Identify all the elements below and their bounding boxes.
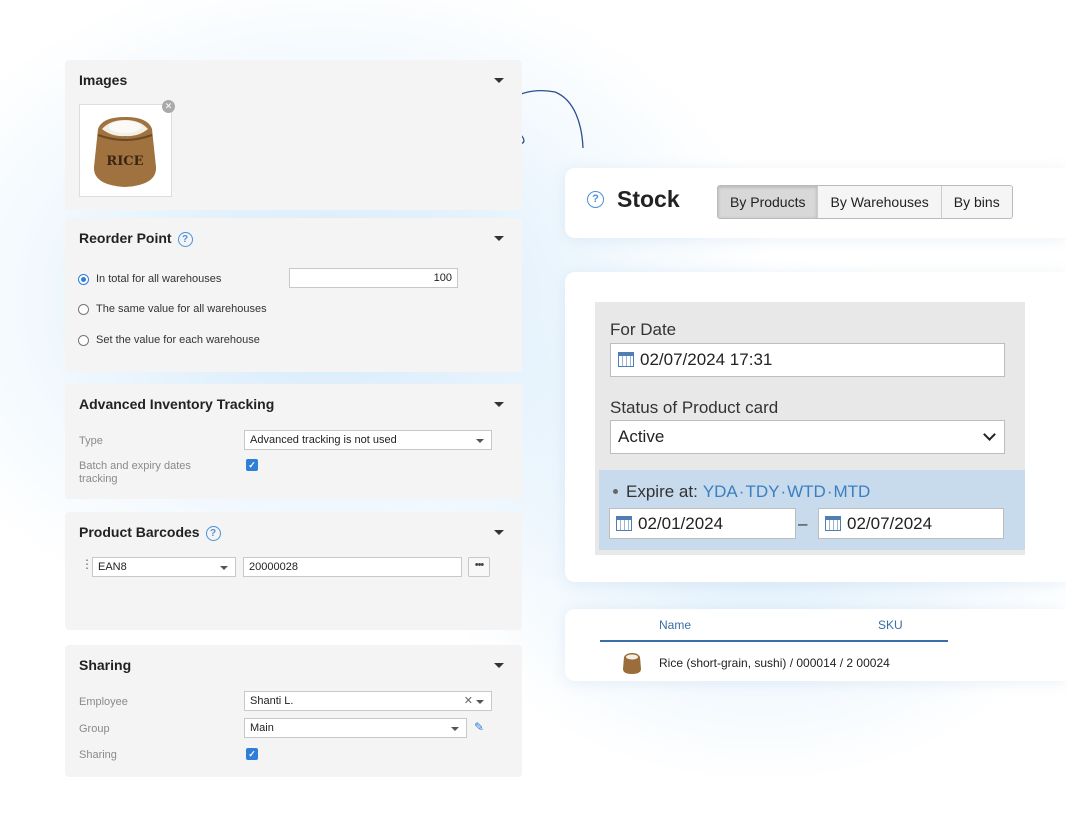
employee-label: Employee — [79, 696, 128, 708]
collapse-caret-icon[interactable] — [494, 236, 504, 241]
stock-filters-card: For Date 02/07/2024 17:31 Status of Prod… — [565, 272, 1066, 582]
tab-by-bins[interactable]: By bins — [941, 186, 1012, 218]
radio-button[interactable] — [78, 273, 89, 285]
calendar-icon[interactable] — [825, 516, 841, 531]
radio-label: Set the value for each warehouse — [96, 334, 260, 346]
barcode-type-select[interactable]: EAN8 — [92, 557, 236, 577]
help-icon[interactable]: ? — [205, 526, 221, 541]
dropdown-caret-icon — [476, 439, 484, 443]
header-underline — [600, 640, 948, 642]
expire-from-input[interactable]: 02/01/2024 — [609, 508, 796, 539]
dropdown-caret-icon — [476, 700, 484, 704]
tracking-type-select[interactable]: Advanced tracking is not used — [244, 430, 492, 450]
advanced-tracking-title: Advanced Inventory Tracking — [79, 396, 275, 412]
radio-value-each-warehouse[interactable]: Set the value for each warehouse — [78, 334, 260, 346]
collapse-caret-icon[interactable] — [494, 78, 504, 83]
stock-view-tabs: By Products By Warehouses By bins — [717, 185, 1013, 219]
for-date-input[interactable]: 02/07/2024 17:31 — [610, 343, 1005, 377]
images-title: Images — [79, 72, 128, 88]
edit-pencil-icon[interactable]: ✎ — [474, 720, 484, 734]
product-image[interactable]: RICE — [79, 104, 172, 197]
batch-expiry-checkbox[interactable]: ✓ — [246, 459, 258, 471]
for-date-label: For Date — [610, 320, 677, 339]
collapse-caret-icon[interactable] — [494, 663, 504, 668]
expire-to-input[interactable]: 02/07/2024 — [818, 508, 1004, 539]
svg-text:RICE: RICE — [106, 154, 143, 169]
advanced-tracking-section: Advanced Inventory Tracking Type Advance… — [65, 384, 522, 499]
radio-button[interactable] — [78, 334, 89, 346]
quick-range-wtd[interactable]: WTD — [787, 482, 826, 501]
barcode-type-value: EAN8 — [98, 561, 127, 573]
quick-range-yda[interactable]: YDA — [703, 482, 738, 501]
rice-sack-image: RICE — [93, 117, 157, 187]
radio-button[interactable] — [78, 303, 89, 315]
expire-to-value: 02/07/2024 — [847, 514, 933, 533]
product-barcodes-section: Product Barcodes? ⋮ EAN8 20000028 ••• — [65, 512, 522, 630]
sharing-section: Sharing Employee Shanti L. ✕ Group Main … — [65, 645, 522, 777]
stock-table-card: Name SKU Rice (short-grain, sushi) / 000… — [565, 609, 1066, 681]
status-label: Status of Product card — [610, 398, 779, 417]
chevron-down-icon — [983, 428, 996, 441]
status-select[interactable]: Active — [610, 420, 1005, 454]
radio-total-all-warehouses[interactable]: In total for all warehouses — [78, 273, 221, 285]
stock-help-icon[interactable]: ? — [587, 191, 604, 208]
remove-image-icon[interactable]: ✕ — [162, 100, 175, 113]
collapse-caret-icon[interactable] — [494, 402, 504, 407]
barcodes-title: Product Barcodes — [79, 524, 200, 540]
for-date-value: 02/07/2024 17:31 — [640, 350, 773, 369]
clear-icon[interactable]: ✕ — [464, 692, 473, 710]
batch-expiry-label: Batch and expiry dates tracking — [79, 460, 191, 485]
collapse-caret-icon[interactable] — [494, 530, 504, 535]
employee-value: Shanti L. — [250, 695, 294, 707]
reorder-point-title: Reorder Point — [79, 230, 172, 246]
group-value: Main — [250, 722, 274, 734]
tab-by-products[interactable]: By Products — [718, 186, 819, 218]
filters-panel: For Date 02/07/2024 17:31 Status of Prod… — [595, 302, 1025, 555]
expire-label: Expire at: — [626, 482, 698, 501]
radio-same-value-all-warehouses[interactable]: The same value for all warehouses — [78, 303, 267, 315]
stock-title: Stock — [617, 186, 680, 212]
barcodes-header: Product Barcodes? — [79, 524, 221, 541]
stock-header-card: ? Stock By Products By Warehouses By bin… — [565, 168, 1066, 238]
expire-from-value: 02/01/2024 — [638, 514, 724, 533]
column-header-sku[interactable]: SKU — [878, 618, 903, 632]
group-label: Group — [79, 723, 110, 735]
sharing-checkbox[interactable]: ✓ — [246, 748, 258, 760]
radio-label: The same value for all warehouses — [96, 303, 267, 315]
rice-thumbnail-image — [623, 653, 641, 674]
reorder-point-section: Reorder Point? In total for all warehous… — [65, 218, 522, 372]
dropdown-caret-icon — [220, 566, 228, 570]
barcode-value-input[interactable]: 20000028 — [243, 557, 462, 577]
column-header-name[interactable]: Name — [659, 618, 691, 632]
tab-by-warehouses[interactable]: By Warehouses — [818, 186, 942, 218]
expire-panel: Expire at: YDA·TDY·WTD·MTD 02/01/2024 – 0… — [599, 470, 1025, 550]
table-row-name[interactable]: Rice (short-grain, sushi) / 000014 / 2 0… — [659, 656, 890, 670]
reorder-point-header: Reorder Point? — [79, 230, 193, 247]
sharing-title: Sharing — [79, 657, 132, 673]
reorder-total-input[interactable]: 100 — [289, 268, 458, 288]
calendar-icon[interactable] — [618, 352, 634, 367]
expire-row: Expire at: YDA·TDY·WTD·MTD — [613, 482, 871, 502]
range-separator: – — [798, 514, 808, 533]
type-label: Type — [79, 435, 103, 447]
barcode-more-button[interactable]: ••• — [468, 557, 490, 577]
tracking-type-value: Advanced tracking is not used — [250, 434, 397, 446]
quick-ranges: YDA·TDY·WTD·MTD — [702, 482, 871, 501]
sharing-label: Sharing — [79, 749, 117, 761]
help-icon[interactable]: ? — [177, 232, 193, 247]
calendar-icon[interactable] — [616, 516, 632, 531]
bullet-icon — [613, 489, 618, 494]
images-section: Images RICE ✕ — [65, 60, 522, 210]
status-value: Active — [618, 427, 665, 446]
quick-range-tdy[interactable]: TDY — [745, 482, 779, 501]
quick-range-mtd[interactable]: MTD — [834, 482, 871, 501]
group-select[interactable]: Main — [244, 718, 467, 738]
dropdown-caret-icon — [451, 727, 459, 731]
employee-select[interactable]: Shanti L. ✕ — [244, 691, 492, 711]
radio-label: In total for all warehouses — [96, 273, 222, 285]
